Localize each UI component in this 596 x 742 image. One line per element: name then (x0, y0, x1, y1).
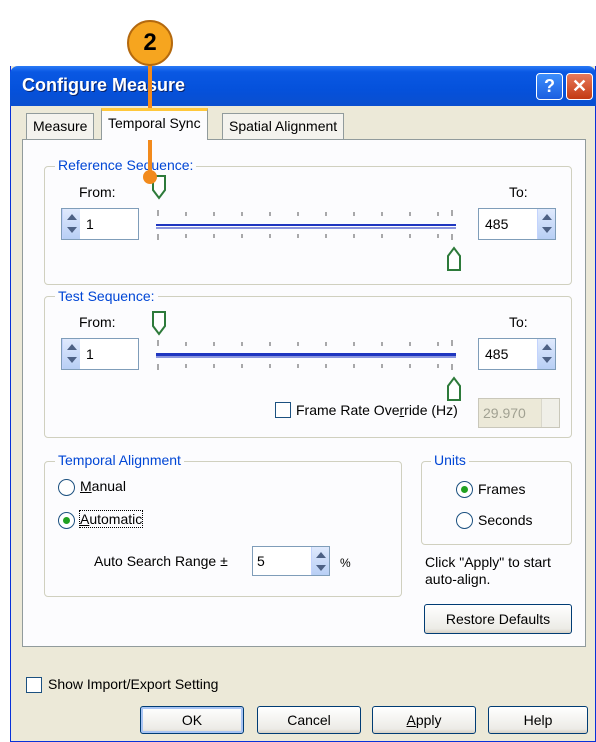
test-range-slider[interactable] (146, 302, 476, 406)
test-from-label: From: (79, 314, 116, 330)
reference-sequence-legend: Reference Sequence: (55, 157, 197, 173)
help-button[interactable]: Help (488, 706, 588, 734)
automatic-label: Automatic (78, 510, 144, 528)
apply-button[interactable]: Apply (372, 706, 476, 734)
tab-temporal-sync[interactable]: Temporal Sync (101, 108, 208, 140)
spinner-icon[interactable] (62, 209, 80, 239)
window-title: Configure Measure (22, 75, 186, 95)
test-to-thumb (447, 376, 461, 401)
tab-measure[interactable]: Measure (26, 113, 95, 139)
reference-range-slider[interactable] (146, 172, 476, 276)
cancel-button[interactable]: Cancel (257, 706, 361, 734)
show-import-export-label: Show Import/Export Setting (48, 676, 219, 692)
manual-label: Manual (80, 478, 126, 494)
frame-rate-field[interactable]: 29.970 (478, 398, 560, 428)
units-group (421, 461, 572, 545)
manual-radio[interactable] (58, 479, 75, 496)
reference-to-label: To: (509, 184, 528, 200)
reference-to-value: 485 (485, 216, 509, 232)
frames-label: Frames (478, 481, 526, 497)
auto-search-range-value: 5 (257, 553, 265, 569)
callout-number-badge: 2 (127, 20, 173, 66)
reference-from-field[interactable]: 1 (61, 208, 139, 240)
frames-radio[interactable] (456, 481, 473, 498)
apply-hint-line-1: Click "Apply" to start (425, 554, 551, 570)
frame-rate-override-label: Frame Rate Override (Hz) (296, 402, 458, 418)
temporal-alignment-legend: Temporal Alignment (55, 452, 184, 468)
frame-rate-value: 29.970 (483, 405, 526, 421)
frame-rate-override-checkbox[interactable] (275, 402, 291, 418)
spinner-icon (541, 399, 559, 427)
help-icon[interactable]: ? (536, 73, 563, 100)
test-sequence-legend: Test Sequence: (55, 288, 158, 304)
reference-to-field[interactable]: 485 (478, 208, 556, 240)
close-icon[interactable]: ✕ (566, 73, 593, 100)
seconds-radio[interactable] (456, 512, 473, 529)
test-from-field[interactable]: 1 (61, 338, 139, 370)
test-to-field[interactable]: 485 (478, 338, 556, 370)
percent-unit: % (340, 556, 351, 570)
spinner-icon[interactable] (537, 209, 555, 239)
show-import-export-checkbox[interactable] (26, 677, 42, 693)
test-to-value: 485 (485, 346, 509, 362)
auto-search-range-field[interactable]: 5 (252, 546, 330, 576)
test-from-thumb (152, 311, 166, 336)
tab-spatial-alignment[interactable]: Spatial Alignment (222, 113, 345, 139)
reference-from-label: From: (79, 184, 116, 200)
automatic-radio[interactable] (58, 512, 75, 529)
ok-button[interactable]: OK (140, 706, 244, 734)
reference-from-value: 1 (86, 216, 94, 232)
restore-defaults-button[interactable]: Restore Defaults (424, 604, 572, 634)
test-to-label: To: (509, 314, 528, 330)
callout-pointer-dot (143, 170, 157, 184)
test-from-value: 1 (86, 346, 94, 362)
spinner-icon[interactable] (62, 339, 80, 369)
spinner-icon[interactable] (537, 339, 555, 369)
apply-hint: Click "Apply" to start auto-align. (425, 554, 551, 588)
spinner-icon[interactable] (311, 547, 329, 575)
reference-to-thumb (447, 246, 461, 271)
auto-search-range-label: Auto Search Range ± (94, 553, 228, 569)
apply-hint-line-2: auto-align. (425, 571, 491, 587)
seconds-label: Seconds (478, 512, 533, 528)
units-legend: Units (431, 452, 469, 468)
